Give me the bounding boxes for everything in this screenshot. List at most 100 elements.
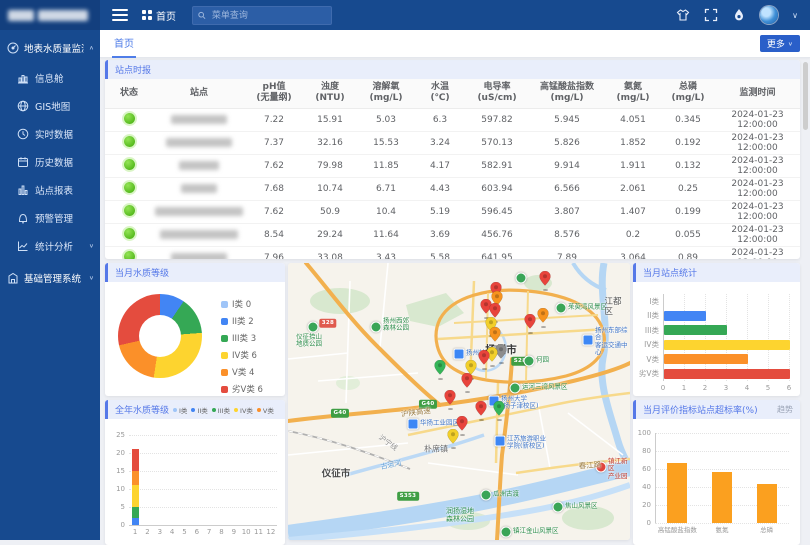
gridline: [655, 523, 789, 524]
legend-item[interactable]: V类: [257, 405, 274, 415]
gridline: [129, 435, 277, 436]
legend-swatch: [221, 352, 228, 359]
legend-item[interactable]: I类: [173, 405, 187, 415]
y-tick-label: 40: [633, 484, 651, 491]
scrollbar-thumb[interactable]: [803, 62, 808, 130]
table-row: 8.5429.2411.643.69456.768.5760.20.055202…: [105, 223, 800, 246]
table-row: 7.6250.910.45.19596.453.8071.4070.199202…: [105, 200, 800, 223]
exceed-card-title: 当月评价指标站点超标率(%): [643, 403, 758, 416]
sidebar-item-1[interactable]: 信息舱: [0, 64, 100, 92]
sidebar-item-3[interactable]: 实时数据: [0, 120, 100, 148]
legend-item[interactable]: V类 4: [221, 366, 263, 378]
legend-item[interactable]: II类 2: [221, 315, 263, 327]
legend-item[interactable]: 劣V类 6: [221, 383, 263, 395]
yearly-grade-chart: 0510152025123456789101112: [105, 419, 285, 545]
place-poi-icon: [408, 419, 419, 430]
legend-item[interactable]: IV类 6: [221, 349, 263, 361]
poi-label: 镇江新区 产业园: [608, 458, 630, 480]
legend-item[interactable]: IV类: [234, 405, 253, 415]
cell: 2.061: [605, 177, 661, 200]
sidebar-group-base-system[interactable]: 基础管理系统 ∨: [0, 260, 100, 294]
road-badge: G40: [331, 409, 349, 418]
station-report-table: 状态站点pH值(无量纲)浊度(NTU)溶解氧(mg/L)水温(℃)电导率(uS/…: [105, 79, 800, 259]
bar-chart-icon: [17, 184, 29, 196]
chevron-down-icon[interactable]: ∨: [792, 11, 798, 20]
station-pin-red[interactable]: [445, 390, 456, 408]
station-pin-orange[interactable]: [538, 308, 549, 326]
station-pin-red[interactable]: [479, 350, 490, 368]
station-pin-green[interactable]: [435, 360, 446, 378]
x-tick-label: 3: [154, 529, 166, 536]
cell: 8.576: [529, 223, 605, 246]
nav-home[interactable]: 首页: [142, 8, 176, 23]
legend-item[interactable]: III类 3: [221, 332, 263, 344]
x-tick-label: 9: [228, 529, 240, 536]
x-axis: [129, 525, 277, 526]
cell: 7.68: [245, 177, 303, 200]
station-pin-red[interactable]: [462, 373, 473, 391]
sidebar-item-4[interactable]: 历史数据: [0, 148, 100, 176]
cell: 603.94: [465, 177, 529, 200]
map-label-district: 江都区: [605, 298, 622, 318]
exceed-card-header: 当月评价指标站点超标率(%) 趋势: [633, 400, 800, 419]
column-header: pH值(无量纲): [245, 79, 303, 108]
menu-search: [192, 6, 332, 25]
trend-link[interactable]: 趋势: [777, 404, 793, 415]
tab-home[interactable]: 首页: [112, 29, 136, 58]
cell: 4.051: [605, 108, 661, 131]
x-tick-label: 6: [191, 529, 203, 536]
v-bar: [712, 472, 732, 523]
station-pin-red[interactable]: [476, 401, 487, 419]
x-tick-label: 8: [216, 529, 228, 536]
theme-skin-icon[interactable]: [676, 8, 690, 22]
table-row: 7.6810.746.714.43603.946.5662.0610.25202…: [105, 177, 800, 200]
legend-item[interactable]: II类: [191, 405, 207, 415]
cell: 11.85: [357, 154, 415, 177]
hamburger-menu-icon[interactable]: [112, 9, 128, 21]
cell: 1.852: [605, 131, 661, 154]
x-tick-label: 2: [701, 385, 709, 392]
cell: 2024-01-23 12:00:00: [715, 177, 800, 200]
y-tick-label: 20: [633, 502, 651, 509]
search-input[interactable]: [210, 9, 326, 21]
x-tick-label: 11: [253, 529, 265, 536]
alarm-flame-icon[interactable]: [732, 8, 746, 22]
station-pin-red[interactable]: [525, 314, 536, 332]
table-row: 7.3732.1615.533.24570.135.8261.8520.1922…: [105, 131, 800, 154]
station-name-redacted: [179, 161, 219, 170]
station-pin-red[interactable]: [540, 271, 551, 289]
stat-card-header: 当月站点统计: [633, 263, 800, 282]
yearly-grade-card: 全年水质等级 I类II类III类IV类V类劣V类 051015202512345…: [105, 400, 285, 545]
cell: 6.3: [415, 108, 465, 131]
x-tick-label: 5: [179, 529, 191, 536]
avatar[interactable]: [760, 6, 778, 24]
map-label-park: 润扬湿地 森林公园: [446, 507, 474, 523]
sidebar-item-7[interactable]: 统计分析∨: [0, 232, 100, 260]
fullscreen-icon[interactable]: [704, 8, 718, 22]
legend-item[interactable]: I类 0: [221, 298, 263, 310]
station-name-redacted: [155, 207, 243, 216]
cell: 3.69: [415, 223, 465, 246]
y-category-label: I类: [633, 298, 659, 306]
sidebar-item-5[interactable]: 站点报表: [0, 176, 100, 204]
legend-item[interactable]: III类: [212, 405, 230, 415]
sidebar-item-2[interactable]: GIS地图: [0, 92, 100, 120]
y-tick-label: 0: [633, 520, 651, 527]
sidebar-item-6[interactable]: 预警管理: [0, 204, 100, 232]
legend-swatch: [234, 408, 238, 412]
cell: 0.89: [661, 246, 715, 259]
y-tick-label: 100: [633, 430, 651, 437]
station-pin-orange[interactable]: [490, 327, 501, 345]
cell: 456.76: [465, 223, 529, 246]
map-label-rail: 沪宁线: [377, 434, 399, 453]
cell: 5.58: [415, 246, 465, 259]
cell: 6.71: [357, 177, 415, 200]
h-bar: [664, 369, 790, 379]
station-pin-yellow[interactable]: [448, 429, 459, 447]
more-button[interactable]: 更多 ∨: [760, 35, 800, 52]
monthly-station-stat-card: 当月站点统计 0123456I类II类III类IV类V类劣V类: [633, 263, 800, 396]
station-pin-green[interactable]: [494, 401, 505, 419]
park-poi-icon: [510, 383, 521, 394]
sidebar-group-surface-water-system[interactable]: 地表水质量监测系统 ∧: [0, 30, 100, 64]
building-icon: [7, 272, 19, 284]
